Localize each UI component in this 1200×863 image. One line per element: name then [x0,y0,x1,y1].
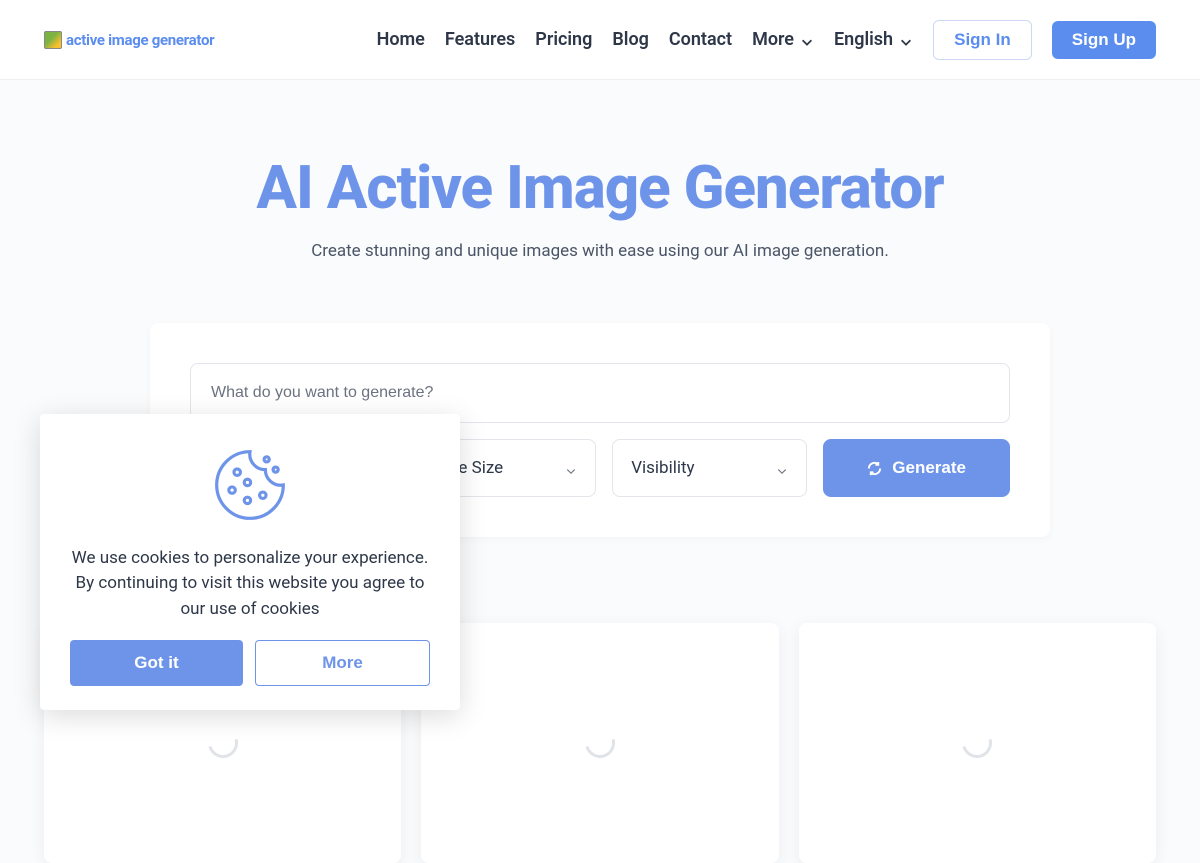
nav-pricing[interactable]: Pricing [535,29,592,50]
nav-language-label: English [834,29,893,50]
signin-button[interactable]: Sign In [933,20,1032,60]
nav-contact[interactable]: Contact [669,29,732,50]
chevron-down-icon [565,462,577,474]
cookie-buttons: Got it More [70,640,430,686]
nav-more-label: More [752,29,794,50]
chevron-down-icon [776,462,788,474]
loading-spinner-icon [202,723,243,764]
logo-icon [44,31,62,49]
chevron-down-icon [899,33,913,47]
chevron-down-icon [800,33,814,47]
nav-features[interactable]: Features [445,29,515,50]
result-card [421,623,778,863]
nav-language[interactable]: English [834,29,913,50]
nav-blog[interactable]: Blog [612,29,649,50]
visibility-select[interactable]: Visibility [612,439,807,497]
main-nav: Home Features Pricing Blog Contact More … [377,20,1156,60]
hero-title: AI Active Image Generator [0,152,1200,223]
result-card [799,623,1156,863]
loading-spinner-icon [579,723,620,764]
signup-button[interactable]: Sign Up [1052,21,1156,59]
cookie-text: We use cookies to personalize your exper… [70,546,430,623]
visibility-label: Visibility [631,458,694,478]
logo[interactable]: active image generator [44,31,214,49]
cookie-icon [209,444,291,526]
generate-label: Generate [892,458,966,478]
cookie-banner: We use cookies to personalize your exper… [40,414,460,711]
cookie-accept-button[interactable]: Got it [70,640,243,686]
hero-subtitle: Create stunning and unique images with e… [0,241,1200,261]
cookie-more-button[interactable]: More [255,640,430,686]
refresh-icon [867,461,882,476]
nav-home[interactable]: Home [377,29,425,50]
site-header: active image generator Home Features Pri… [0,0,1200,80]
generate-button[interactable]: Generate [823,439,1010,497]
nav-more[interactable]: More [752,29,814,50]
loading-spinner-icon [957,723,998,764]
logo-text: active image generator [66,31,214,49]
